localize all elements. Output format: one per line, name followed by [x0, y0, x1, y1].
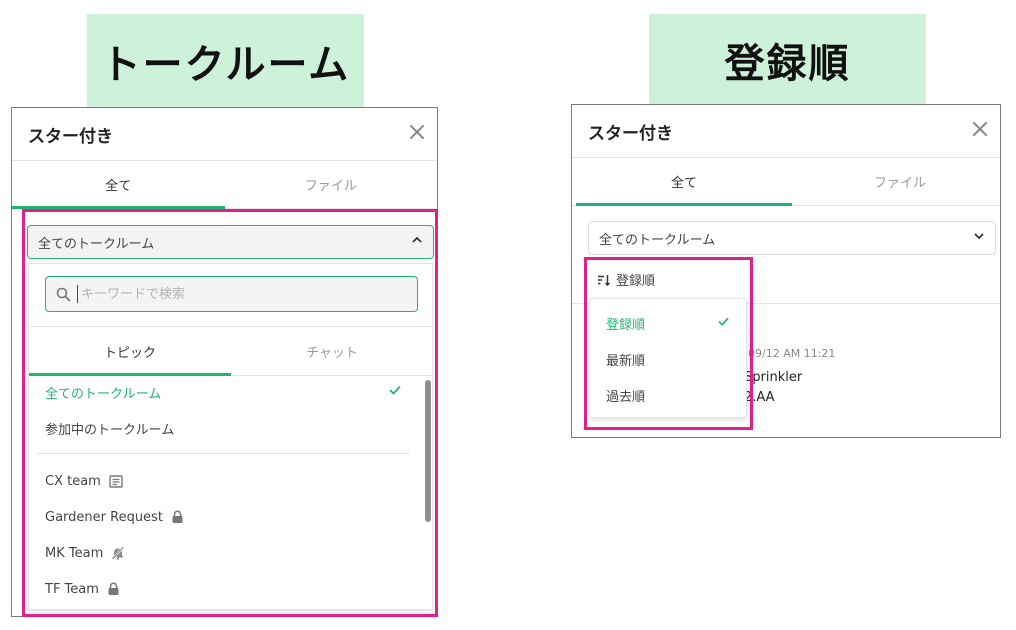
highlight-frame-right: [584, 257, 753, 430]
close-icon[interactable]: [968, 117, 992, 141]
panel-header: スター付き: [12, 108, 437, 161]
tab-files[interactable]: ファイル: [225, 160, 438, 208]
room-filter-select[interactable]: 全てのトークルーム: [588, 221, 996, 255]
caption-talkroom: トークルーム: [87, 14, 364, 107]
chevron-down-icon: [973, 230, 985, 246]
tab-files[interactable]: ファイル: [792, 157, 1000, 205]
room-filter-value: 全てのトークルーム: [599, 232, 716, 248]
tab-all[interactable]: 全て: [12, 160, 225, 209]
close-icon[interactable]: [405, 120, 429, 144]
caption-sort-order: 登録順: [649, 14, 926, 105]
tab-all[interactable]: 全て: [576, 157, 792, 206]
highlight-frame-left: [22, 209, 438, 617]
panel-title: スター付き: [588, 124, 673, 144]
panel-header: スター付き: [572, 105, 1000, 158]
panel-tabs: 全て ファイル: [12, 160, 437, 209]
message-timestamp: 09/12 AM 11:21: [748, 347, 836, 360]
panel-tabs: 全て ファイル: [572, 157, 1000, 206]
panel-title: スター付き: [28, 127, 113, 147]
